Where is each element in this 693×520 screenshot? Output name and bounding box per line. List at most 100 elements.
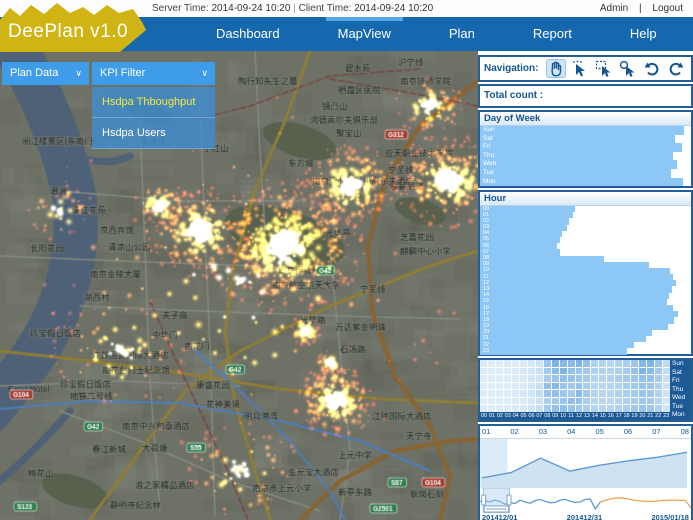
heatmap-cell[interactable]: [647, 383, 654, 390]
heatmap-cell[interactable]: [576, 398, 583, 405]
heatmap-cell[interactable]: [480, 390, 487, 397]
heatmap-cell[interactable]: [568, 405, 575, 412]
heatmap-cell[interactable]: [607, 360, 614, 367]
heatmap-cell[interactable]: [639, 375, 646, 382]
heatmap-cell[interactable]: [488, 398, 495, 405]
heatmap-cell[interactable]: [480, 360, 487, 367]
heatmap-cell[interactable]: [544, 405, 551, 412]
heatmap-cell[interactable]: [647, 360, 654, 367]
heatmap-cell[interactable]: [528, 398, 535, 405]
heatmap-cell[interactable]: [512, 383, 519, 390]
heatmap-cell[interactable]: [655, 390, 662, 397]
heatmap-cell[interactable]: [496, 368, 503, 375]
bar-row-web[interactable]: Web: [480, 160, 691, 169]
heatmap-cell[interactable]: [583, 390, 590, 397]
heatmap-cell[interactable]: [480, 383, 487, 390]
heatmap-cell[interactable]: [512, 405, 519, 412]
heatmap-cell[interactable]: [504, 398, 511, 405]
heatmap-cell[interactable]: [607, 390, 614, 397]
heatmap-cell[interactable]: [591, 375, 598, 382]
heatmap-cell[interactable]: [560, 390, 567, 397]
cursor-select-icon[interactable]: [570, 59, 590, 78]
heatmap-cell[interactable]: [480, 405, 487, 412]
heatmap-cell[interactable]: [520, 375, 527, 382]
heatmap-cell[interactable]: [536, 398, 543, 405]
heatmap-cell[interactable]: [607, 375, 614, 382]
heatmap-cell[interactable]: [639, 390, 646, 397]
redo-icon[interactable]: [666, 59, 686, 78]
heatmap-cell[interactable]: [488, 375, 495, 382]
heatmap-cell[interactable]: [663, 375, 670, 382]
heatmap-cell[interactable]: [568, 390, 575, 397]
heatmap-cell[interactable]: [496, 390, 503, 397]
heatmap-cell[interactable]: [504, 368, 511, 375]
heatmap-grid[interactable]: [480, 360, 670, 412]
heatmap-cell[interactable]: [631, 360, 638, 367]
heatmap-cell[interactable]: [552, 405, 559, 412]
heatmap-cell[interactable]: [512, 368, 519, 375]
heatmap-cell[interactable]: [599, 383, 606, 390]
heatmap-cell[interactable]: [536, 368, 543, 375]
heatmap-cell[interactable]: [631, 368, 638, 375]
bar-row-tue[interactable]: Tue: [480, 169, 691, 178]
heatmap-cell[interactable]: [599, 375, 606, 382]
heatmap-cell[interactable]: [544, 390, 551, 397]
heatmap-cell[interactable]: [663, 405, 670, 412]
heatmap-cell[interactable]: [576, 390, 583, 397]
heatmap-cell[interactable]: [655, 398, 662, 405]
heatmap-cell[interactable]: [623, 383, 630, 390]
cursor-box-select-icon[interactable]: [594, 59, 614, 78]
heatmap-cell[interactable]: [639, 398, 646, 405]
heatmap-cell[interactable]: [639, 360, 646, 367]
heatmap-cell[interactable]: [504, 405, 511, 412]
heatmap-cell[interactable]: [655, 383, 662, 390]
heatmap-cell[interactable]: [544, 398, 551, 405]
heatmap-cell[interactable]: [623, 390, 630, 397]
heatmap-cell[interactable]: [607, 398, 614, 405]
heatmap-cell[interactable]: [655, 368, 662, 375]
heatmap-cell[interactable]: [631, 390, 638, 397]
heatmap-cell[interactable]: [647, 375, 654, 382]
undo-icon[interactable]: [642, 59, 662, 78]
heatmap-cell[interactable]: [480, 375, 487, 382]
heatmap-cell[interactable]: [615, 383, 622, 390]
heatmap-cell[interactable]: [544, 360, 551, 367]
nav-tab-report[interactable]: Report: [527, 17, 578, 51]
heatmap-cell[interactable]: [488, 360, 495, 367]
heatmap-cell[interactable]: [599, 405, 606, 412]
heatmap-cell[interactable]: [496, 405, 503, 412]
heatmap-cell[interactable]: [591, 383, 598, 390]
kpi-filter-dropdown[interactable]: KPI Filter ∨: [92, 62, 215, 85]
heatmap-cell[interactable]: [488, 368, 495, 375]
heatmap-cell[interactable]: [583, 405, 590, 412]
admin-link[interactable]: Admin: [600, 3, 628, 14]
heatmap-cell[interactable]: [576, 368, 583, 375]
heatmap-cell[interactable]: [639, 405, 646, 412]
heatmap-cell[interactable]: [655, 405, 662, 412]
heatmap-cell[interactable]: [536, 360, 543, 367]
heatmap-cell[interactable]: [496, 375, 503, 382]
heatmap-cell[interactable]: [583, 398, 590, 405]
heatmap-cell[interactable]: [663, 368, 670, 375]
heatmap-cell[interactable]: [488, 383, 495, 390]
heatmap-cell[interactable]: [480, 398, 487, 405]
bar-row-sat[interactable]: Sat: [480, 135, 691, 144]
heatmap-cell[interactable]: [528, 405, 535, 412]
heatmap-cell[interactable]: [599, 368, 606, 375]
heatmap-cell[interactable]: [615, 368, 622, 375]
heatmap-cell[interactable]: [528, 390, 535, 397]
heatmap-cell[interactable]: [583, 360, 590, 367]
heatmap-cell[interactable]: [576, 405, 583, 412]
heatmap-cell[interactable]: [663, 360, 670, 367]
heatmap-cell[interactable]: [615, 375, 622, 382]
heatmap-cell[interactable]: [520, 405, 527, 412]
heatmap-cell[interactable]: [544, 383, 551, 390]
heatmap-cell[interactable]: [544, 375, 551, 382]
heatmap-cell[interactable]: [631, 405, 638, 412]
heatmap-cell[interactable]: [496, 398, 503, 405]
heatmap-cell[interactable]: [528, 383, 535, 390]
kpi-option-hsdpa-users[interactable]: Hsdpa Users: [92, 118, 215, 149]
heatmap-cell[interactable]: [568, 360, 575, 367]
heatmap-cell[interactable]: [504, 390, 511, 397]
heatmap-cell[interactable]: [536, 375, 543, 382]
